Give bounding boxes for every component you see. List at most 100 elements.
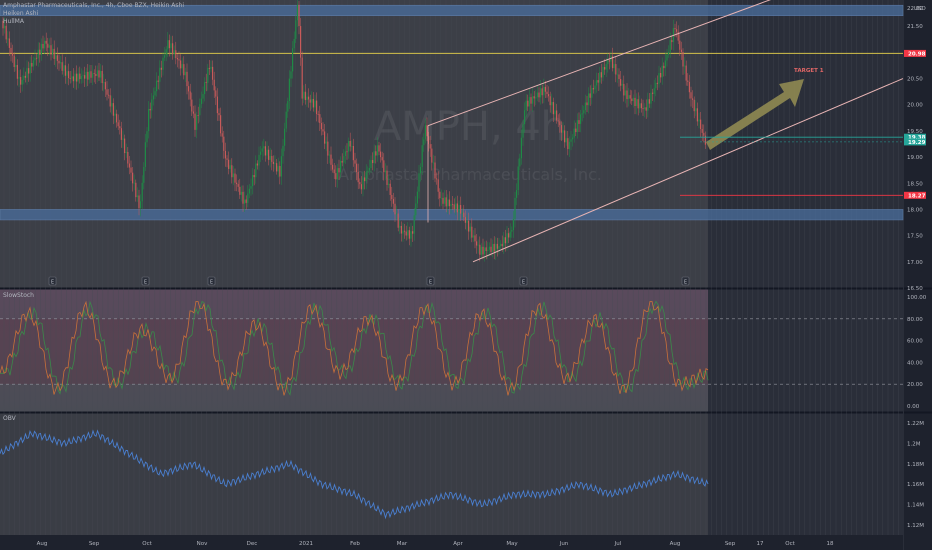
candle-body: [176, 57, 178, 60]
candle-body: [495, 243, 497, 252]
candle-body: [221, 133, 223, 137]
candle-body: [431, 148, 433, 163]
candle-body: [218, 113, 220, 116]
candle-body: [405, 231, 407, 236]
candle-body: [420, 166, 422, 174]
candle-body: [80, 75, 82, 80]
candle-body: [245, 199, 247, 203]
candle-body: [591, 88, 593, 98]
candle-body: [79, 73, 81, 80]
candle-body: [340, 160, 342, 173]
candle-body: [301, 57, 303, 99]
candle-body: [596, 80, 598, 86]
candle-body: [375, 151, 377, 156]
candle-body: [554, 110, 556, 115]
candle-body: [28, 68, 30, 74]
candle-body: [632, 97, 634, 102]
candle-body: [140, 201, 142, 209]
candle-body: [575, 128, 577, 133]
candle-body: [600, 72, 602, 78]
candle-body: [655, 82, 657, 89]
candle-body: [260, 151, 262, 155]
candle-body: [415, 203, 417, 216]
candle-body: [148, 108, 150, 132]
candle-body: [63, 65, 65, 71]
candle-body: [175, 50, 177, 58]
time-tick-label: Dec: [247, 541, 258, 547]
candle-body: [532, 96, 534, 104]
candle-body: [666, 54, 668, 61]
candle-body: [53, 48, 55, 59]
obv-tick-label: 1.2M: [907, 442, 921, 448]
candle-body: [410, 231, 412, 239]
candle-body: [170, 43, 172, 49]
candle-body: [32, 60, 34, 67]
candle-body: [357, 172, 359, 183]
candle-body: [458, 205, 460, 213]
candle-body: [605, 64, 607, 70]
candle-body: [234, 173, 236, 183]
candle-body: [639, 103, 641, 109]
candle-body: [317, 114, 319, 115]
candle-body: [546, 91, 548, 95]
candle-body: [663, 65, 665, 69]
candle-body: [108, 94, 110, 96]
candle-body: [100, 70, 102, 78]
candle-body: [52, 48, 54, 55]
candle-body: [194, 113, 196, 130]
candle-body: [116, 113, 118, 123]
candle-body: [143, 166, 145, 183]
candle-body: [120, 128, 122, 140]
candle-body: [250, 186, 252, 189]
price-label-text: 19.29: [908, 140, 926, 146]
candle-body: [37, 49, 39, 59]
candle-body: [540, 88, 542, 98]
candle-body: [511, 229, 513, 232]
candle-body: [263, 146, 265, 149]
candle-body: [316, 100, 318, 115]
chart-title: Amphastar Pharmaceuticals, Inc., 4h, Cbo…: [3, 2, 185, 9]
candle-body: [271, 155, 273, 162]
candle-body: [557, 120, 559, 122]
candle-body: [247, 193, 249, 203]
candle-body: [167, 40, 169, 50]
candle-body: [215, 90, 217, 97]
candle-body: [448, 199, 450, 207]
candle-body: [671, 40, 673, 43]
candle-body: [620, 79, 622, 86]
candle-body: [144, 142, 146, 167]
candle-body: [66, 71, 68, 76]
candle-body: [204, 82, 206, 95]
candle-body: [13, 55, 15, 68]
candle-body: [212, 66, 214, 80]
candle-body: [64, 65, 66, 76]
candle-body: [464, 217, 466, 223]
candle-body: [327, 141, 329, 156]
candle-body: [583, 110, 585, 114]
candle-body: [226, 158, 228, 160]
candle-body: [55, 55, 57, 59]
earnings-marker-label: E: [429, 280, 432, 286]
candle-body: [383, 160, 385, 173]
candle-body: [44, 40, 46, 49]
price-label-text: 20.98: [908, 51, 926, 57]
candle-body: [572, 137, 574, 140]
candle-body: [335, 173, 337, 180]
candle-body: [232, 173, 234, 178]
candle-body: [584, 102, 586, 111]
candle-body: [468, 220, 470, 232]
candle-body: [693, 99, 695, 112]
candle-body: [92, 73, 94, 78]
candle-body: [122, 138, 124, 140]
candle-body: [72, 76, 74, 82]
candle-body: [304, 91, 306, 101]
candle-body: [592, 88, 594, 90]
candle-body: [482, 246, 484, 255]
stoch-tick-label: 20.00: [907, 382, 923, 388]
candle-body: [616, 74, 618, 76]
price-tick-label: 18.00: [907, 207, 923, 213]
candle-body: [309, 99, 311, 103]
candle-body: [333, 169, 335, 174]
candle-body: [492, 243, 494, 252]
candle-body: [244, 199, 246, 204]
